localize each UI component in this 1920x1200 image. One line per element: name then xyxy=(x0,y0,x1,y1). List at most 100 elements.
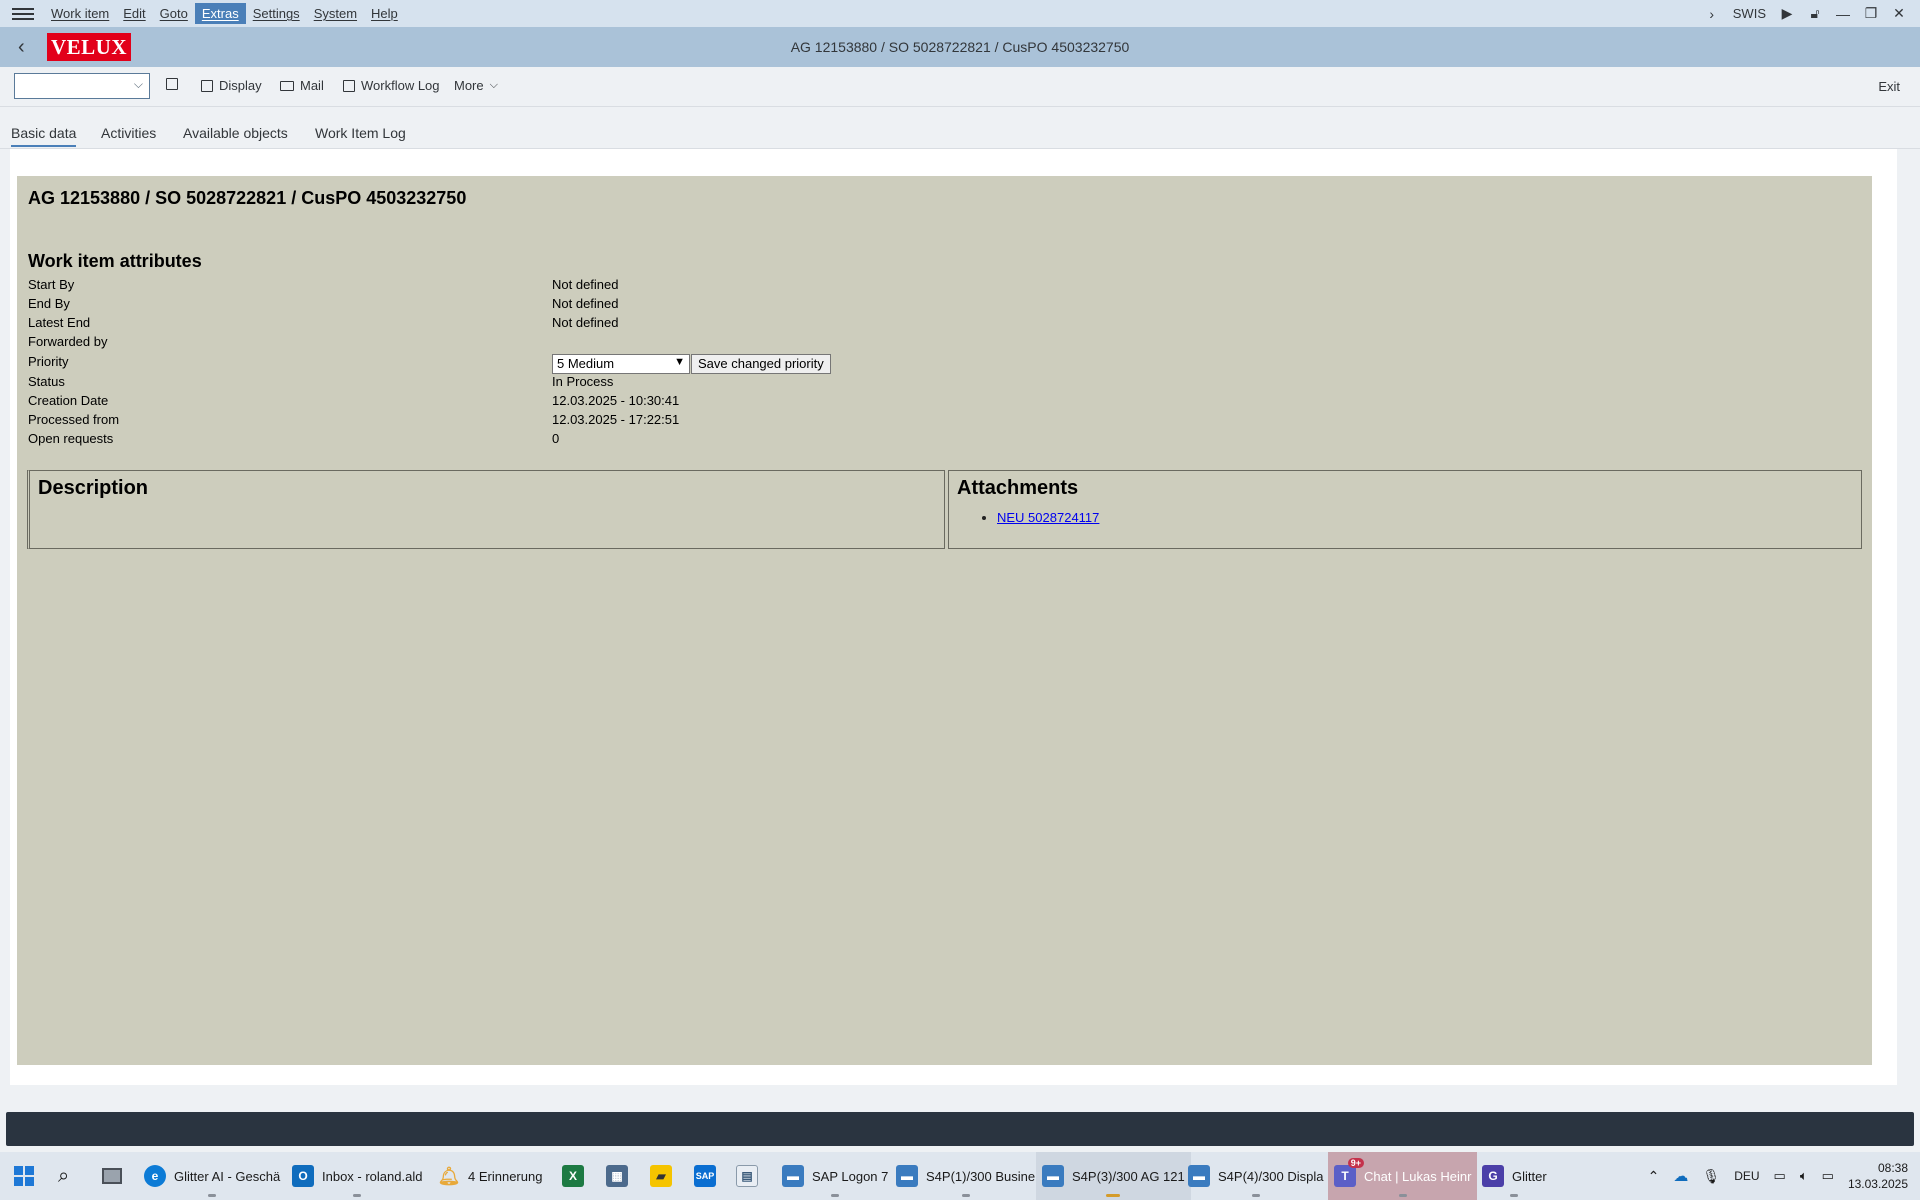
running-indicator xyxy=(1251,1194,1260,1197)
unlock-icon[interactable]: 🔓︎ xyxy=(1808,5,1822,21)
taskbar-app-outlook[interactable]: O Inbox - roland.ald xyxy=(286,1152,428,1200)
teams-badge: 9+ xyxy=(1347,1158,1364,1168)
description-box: Description xyxy=(27,470,945,549)
menu-edit[interactable]: Edit xyxy=(116,3,152,24)
play-icon[interactable]: ▶ xyxy=(1780,5,1794,21)
teams-icon: T 9+ xyxy=(1334,1158,1364,1187)
save-priority-button[interactable]: Save changed priority xyxy=(691,354,831,374)
workflow-log-button[interactable]: Workflow Log xyxy=(343,78,440,93)
attachments-box: Attachments NEU 5028724117 xyxy=(948,470,1862,549)
open-requests-value: 0 xyxy=(552,431,560,446)
menu-extras[interactable]: Extras xyxy=(194,3,246,24)
workflow-log-icon xyxy=(343,79,355,92)
sap-gui-icon: ▬ xyxy=(782,1165,804,1187)
menu-system[interactable]: System xyxy=(307,3,364,24)
chevron-down-icon: ⌵ xyxy=(489,79,498,91)
exit-button[interactable]: Exit xyxy=(1878,79,1900,94)
clock[interactable]: 08:38 13.03.2025 xyxy=(1848,1160,1908,1192)
windows-icon xyxy=(14,1166,34,1186)
status-value: In Process xyxy=(552,374,614,389)
close-icon[interactable]: ✕ xyxy=(1892,5,1906,21)
start-button[interactable] xyxy=(8,1152,40,1200)
clock-time: 08:38 xyxy=(1877,1161,1908,1175)
taskbar-app-calculator[interactable]: ▦ xyxy=(600,1152,634,1200)
description-heading: Description xyxy=(38,477,149,499)
running-indicator xyxy=(208,1194,217,1197)
menu-goto[interactable]: Goto xyxy=(153,3,195,24)
end-by-label: End By xyxy=(28,296,70,311)
onedrive-icon[interactable]: ☁ xyxy=(1673,1167,1688,1185)
taskbar-app-sap[interactable]: SAP xyxy=(688,1152,722,1200)
taskbar-app-label: Glitter AI - Geschä xyxy=(174,1168,281,1184)
hamburger-menu-icon[interactable] xyxy=(12,6,34,22)
toolbar: ⌵ Display Mail Workflow Log More ⌵ Exit xyxy=(0,67,1920,107)
open-requests-label: Open requests xyxy=(28,431,114,446)
panel-icon xyxy=(166,78,178,90)
start-by-value: Not defined xyxy=(552,277,619,292)
tab-basic-data[interactable]: Basic data xyxy=(11,125,77,147)
taskbar-app-teams-chat[interactable]: T 9+ Chat | Lukas Heinr xyxy=(1328,1152,1478,1200)
taskbar-app-s4p1[interactable]: ▬ S4P(1)/300 Busine xyxy=(890,1152,1041,1200)
end-by-value: Not defined xyxy=(552,296,619,311)
calculator-icon: ▦ xyxy=(606,1165,628,1187)
volume-icon[interactable]: 🔈︎ xyxy=(1800,1168,1808,1184)
taskbar-app-glitter[interactable]: G Glitter xyxy=(1476,1152,1553,1200)
sap-gui-icon: ▬ xyxy=(1188,1165,1210,1187)
chevron-down-icon[interactable]: ⌵ xyxy=(134,77,143,92)
taskbar-app-glitter-ai[interactable]: e Glitter AI - Geschä xyxy=(138,1152,286,1200)
chevron-right-icon[interactable]: › xyxy=(1705,6,1719,22)
taskbar-app-label: S4P(3)/300 AG 121 xyxy=(1072,1168,1185,1184)
excel-icon: X xyxy=(562,1165,584,1187)
chevron-up-icon[interactable]: ⌃ xyxy=(1648,1168,1660,1185)
network-icon[interactable]: ▭ xyxy=(1774,1168,1786,1184)
taskbar-app-label: SAP Logon 7 xyxy=(812,1168,889,1184)
taskbar-app-viewer[interactable]: ▤ xyxy=(730,1152,764,1200)
status-label: Status xyxy=(28,374,65,389)
running-indicator xyxy=(1398,1194,1407,1197)
taskbar-app-sticky-notes[interactable]: ▰ xyxy=(644,1152,678,1200)
menu-help[interactable]: Help xyxy=(364,3,405,24)
menu-settings[interactable]: Settings xyxy=(246,3,307,24)
running-indicator xyxy=(1106,1194,1121,1197)
battery-icon[interactable]: ▭ xyxy=(1822,1168,1834,1184)
status-bar xyxy=(6,1112,1914,1146)
mail-button[interactable]: Mail xyxy=(280,78,324,93)
taskbar-app-label: Glitter xyxy=(1512,1168,1547,1184)
priority-label: Priority xyxy=(28,354,69,369)
edge-browser-icon: e xyxy=(144,1165,166,1187)
taskbar-app-excel[interactable]: X xyxy=(556,1152,590,1200)
window-title: AG 12153880 / SO 5028722821 / CusPO 4503… xyxy=(790,39,1130,55)
processed-from-value: 12.03.2025 - 17:22:51 xyxy=(552,412,680,427)
clock-date: 13.03.2025 xyxy=(1847,1177,1908,1191)
language-indicator[interactable]: DEU xyxy=(1734,1169,1759,1183)
attachment-link[interactable]: NEU 5028724117 xyxy=(997,510,1099,525)
glitter-icon: G xyxy=(1482,1165,1504,1187)
microphone-icon[interactable]: 🎙︎ xyxy=(1702,1168,1720,1185)
taskbar-app-s4p3[interactable]: ▬ S4P(3)/300 AG 121 xyxy=(1036,1152,1191,1200)
attributes-heading: Work item attributes xyxy=(28,251,202,271)
priority-select[interactable]: 5 Medium ▼ xyxy=(552,354,690,374)
title-bar: ‹ VELUX AG 12153880 / SO 5028722821 / Cu… xyxy=(0,27,1920,67)
display-button[interactable]: Display xyxy=(201,78,262,93)
tab-available-objects[interactable]: Available objects xyxy=(183,125,288,141)
taskbar-app-s4p4[interactable]: ▬ S4P(4)/300 Displa xyxy=(1182,1152,1330,1200)
taskbar-app-sap-logon[interactable]: ▬ SAP Logon 7 xyxy=(776,1152,894,1200)
windows-taskbar: ⌕ e Glitter AI - Geschä O Inbox - roland… xyxy=(0,1152,1920,1200)
command-field[interactable]: ⌵ xyxy=(14,73,150,99)
more-button[interactable]: More ⌵ xyxy=(454,78,498,93)
sap-gui-icon: ▬ xyxy=(896,1165,918,1187)
tab-activities[interactable]: Activities xyxy=(101,125,156,141)
tab-work-item-log[interactable]: Work Item Log xyxy=(315,125,406,141)
mail-icon xyxy=(280,80,294,91)
system-tray: ⌃ ☁ 🎙︎ DEU ▭ 🔈︎ ▭ 08:38 13.03.2025 xyxy=(1648,1152,1908,1200)
taskbar-app-reminders[interactable]: 🔔︎ 4 Erinnerung xyxy=(432,1152,548,1200)
taskbar-app-label: Inbox - roland.ald xyxy=(322,1168,423,1184)
menu-work-item[interactable]: Work item xyxy=(44,3,116,24)
search-icon[interactable]: ⌕ xyxy=(52,1152,75,1200)
task-view-icon[interactable] xyxy=(96,1152,128,1200)
sap-gui-icon: ▬ xyxy=(1042,1165,1064,1187)
window-controls: › SWIS ▶ 🔓︎ — ❐ ✕ xyxy=(1705,0,1906,27)
panel-toggle-button[interactable] xyxy=(166,78,178,90)
minimize-icon[interactable]: — xyxy=(1836,6,1850,22)
restore-icon[interactable]: ❐ xyxy=(1864,5,1878,21)
